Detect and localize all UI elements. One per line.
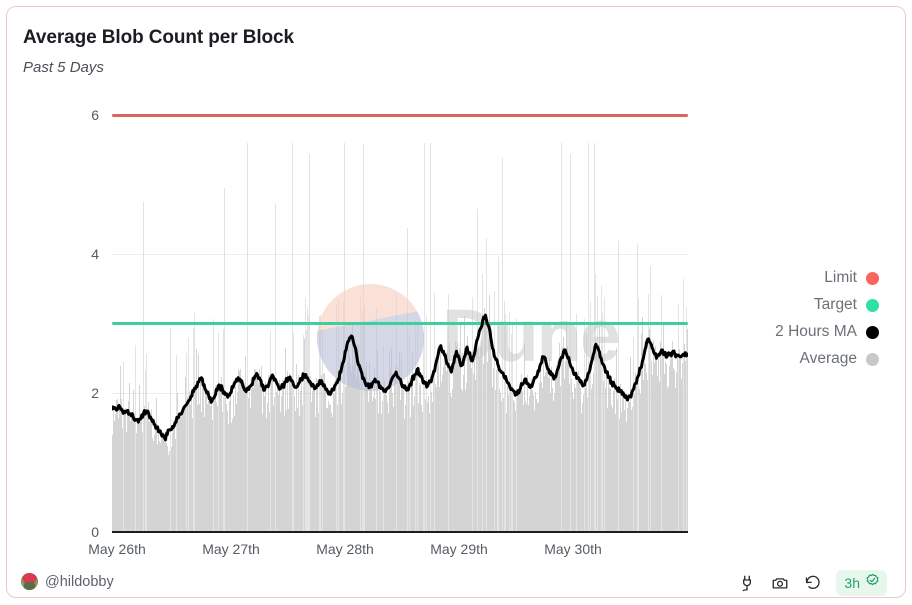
author-handle[interactable]: @hildobby — [45, 574, 114, 590]
chart-card: Average Blob Count per Block Past 5 Days… — [6, 6, 906, 598]
x-axis-line — [112, 531, 688, 533]
freshness-label: 3h — [844, 575, 860, 591]
plot-area: Dune — [112, 113, 688, 532]
x-tick-label: May 28th — [316, 541, 374, 557]
embed-icon[interactable] — [737, 574, 756, 593]
y-axis-labels: 0 2 4 6 — [67, 107, 99, 540]
legend-item-average[interactable]: Average — [800, 350, 879, 368]
x-tick-label: May 30th — [544, 541, 602, 557]
x-tick-label: May 26th — [88, 541, 146, 557]
legend-item-limit[interactable]: Limit — [824, 269, 879, 287]
y-tick-label: 2 — [91, 385, 99, 401]
x-tick-label: May 27th — [202, 541, 260, 557]
refresh-icon[interactable] — [803, 574, 822, 593]
chart-subtitle: Past 5 Days — [23, 59, 104, 76]
legend-item-target[interactable]: Target — [814, 296, 879, 314]
author-credit[interactable]: @hildobby — [21, 573, 114, 590]
legend-label: Average — [799, 350, 857, 367]
moving-average-line — [112, 115, 688, 532]
legend-color-dot — [866, 298, 879, 312]
y-tick-label: 6 — [91, 107, 99, 123]
page-title: Average Blob Count per Block — [23, 27, 294, 48]
x-tick-label: May 29th — [430, 541, 488, 557]
legend-label: Limit — [824, 269, 857, 286]
chart-legend: Limit Target 2 Hours MA Average — [775, 269, 879, 368]
camera-icon[interactable] — [770, 574, 789, 593]
avatar — [21, 573, 38, 590]
chart-toolbar: 3h — [737, 570, 887, 596]
freshness-badge[interactable]: 3h — [836, 570, 887, 596]
y-tick-label: 4 — [91, 246, 99, 262]
legend-label: 2 Hours MA — [775, 323, 857, 340]
legend-label: Target — [813, 296, 857, 313]
legend-color-dot — [866, 325, 879, 339]
legend-color-dot — [866, 271, 879, 285]
legend-item-2-hours-ma[interactable]: 2 Hours MA — [775, 323, 879, 341]
y-tick-label: 0 — [91, 524, 99, 540]
verified-check-icon — [865, 573, 880, 593]
legend-color-dot — [866, 352, 879, 366]
